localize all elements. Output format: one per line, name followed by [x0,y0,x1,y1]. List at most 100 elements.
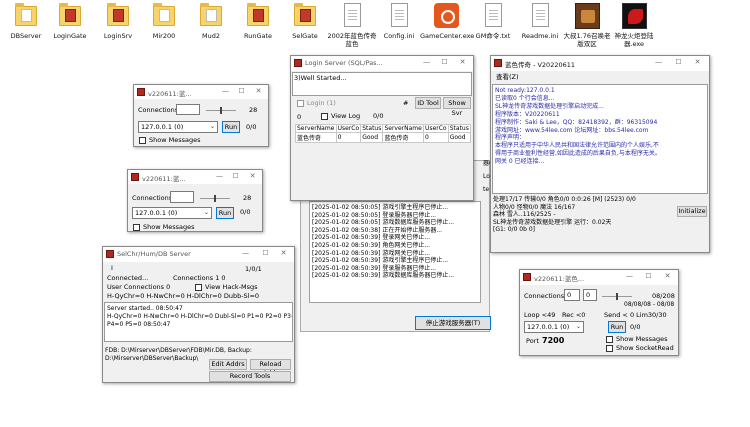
show-messages-label: Show Messages [616,335,668,343]
grid-header: ServerName [295,124,337,133]
grid-header: UserCo [335,124,362,133]
reload-addr-button[interactable]: Reload Addr [250,359,291,377]
maximize-icon[interactable]: ☐ [237,87,246,96]
view-log-counter: 0/0 [373,112,384,120]
close-icon[interactable]: ✕ [279,249,288,258]
slider-thumb[interactable] [220,107,222,114]
record-tools-button[interactable]: Record Tools [209,371,291,382]
show-messages-checkbox[interactable] [139,137,146,144]
desktop-icon-mud2[interactable]: Mud2 [185,2,237,56]
ip-select-value: 127.0.0.1 (0) [527,323,570,331]
desktop-icon-label: SelGate [292,32,318,40]
ip-select[interactable]: 127.0.0.1 (0) ⌄ [132,207,212,219]
desktop-icon-label: 2002年蓝色传奇蓝色 [327,32,377,48]
id-tool-button[interactable]: ID Tool [415,97,441,109]
connections-input[interactable] [176,104,200,115]
desktop-icon-gm-txt[interactable]: GM命令.txt [467,2,519,56]
login-server-window: Login Server (SQL/Pas... — ☐ ✕ 3)Well St… [290,55,474,201]
initialize-button[interactable]: Initialize [677,206,707,217]
desktop-icon-config-ini[interactable]: Config.ini [373,2,425,56]
folder-icon [245,2,271,30]
ip-select[interactable]: 127.0.0.1 (0) ⌄ [138,121,218,133]
desktop-icon-gamecenter[interactable]: GameCenter.exe [420,2,474,56]
grid-cell: 蓝色传奇 [295,132,337,143]
desktop-icon-label: LoginSrv [103,32,133,40]
connections-label: Connections [524,292,565,300]
close-icon[interactable]: ✕ [458,58,467,67]
folder-icon [105,2,131,30]
show-socketread-checkbox[interactable] [606,345,613,352]
desktop-icon-dashu-launcher[interactable]: 大叔1.76召唤老版双区 [561,2,613,56]
desktop-icon-label: Readme.ini [521,32,559,40]
connections-input-a[interactable]: 0 [564,289,580,301]
desktop-icon-lanse-doc[interactable]: 2002年蓝色传奇蓝色 [326,2,378,56]
run-button[interactable]: Run [608,321,626,333]
close-icon[interactable]: ✕ [248,172,257,181]
desktop-icon-label: 大叔1.76召唤老版双区 [563,32,611,48]
view-log-checkbox[interactable] [321,113,328,120]
desktop-icon-label: RunGate [243,32,273,40]
minimize-icon[interactable]: — [215,172,224,181]
view-hack-checkbox[interactable] [195,284,202,291]
connections-input[interactable] [170,191,194,203]
minimize-icon[interactable]: — [625,272,634,281]
window-title: v220611:蓝色... [534,275,585,283]
close-icon[interactable]: ✕ [663,272,672,281]
minimize-icon[interactable]: — [654,58,663,67]
slider-thumb[interactable] [616,293,618,300]
window-title: v220611:蓝... [142,175,186,183]
connected-label: Connected... [107,274,149,282]
minimize-icon[interactable]: — [221,87,230,96]
dragon-launcher-icon [621,2,647,30]
desktop-icon-rungate[interactable]: RunGate [232,2,284,56]
h-counters: H-QyChr=0 H-NwChr=0 H-DlChr=0 Dubb-Sl=0 [107,292,260,300]
edit-addrs-button[interactable]: Edit Addrs [209,359,247,370]
log-line: [2025-01-02 08:50:39] 登录网关已停止... [312,234,431,242]
desktop-icon-mir200[interactable]: Mir200 [138,2,190,56]
ip-select-value: 127.0.0.1 (0) [135,209,178,217]
app-icon [131,173,139,181]
status-line: 处理17/17 传输0/0 角色0/0 0:0:26 [M] (2523) 0/… [493,196,636,203]
table-row[interactable]: 蓝色传奇 0 Good 蓝色传奇 0 Good [295,132,472,143]
desktop-icon-label: Mud2 [202,32,220,40]
slider-thumb[interactable] [214,195,216,202]
ratio-label: 08/208 [652,292,675,300]
app-icon [494,59,502,67]
desktop-icon-readme[interactable]: Readme.ini [514,2,566,56]
maximize-icon[interactable]: ☐ [231,172,240,181]
log-line: [2025-01-02 08:50:05] 游戏数据库服务器已停止... [312,219,455,227]
desktop-icon-dragon-launcher[interactable]: 神龙火炬登陆器.exe [608,2,660,56]
desktop-icon-selgate[interactable]: SelGate [279,2,331,56]
maximize-icon[interactable]: ☐ [440,58,449,67]
grid-cell: 0 [335,132,362,143]
minimize-icon[interactable]: — [241,249,250,258]
game-launcher-icon [574,2,600,30]
login-checkbox[interactable] [297,100,304,107]
minimize-icon[interactable]: — [422,58,431,67]
text-file-icon [480,2,506,30]
show-messages-checkbox[interactable] [133,224,140,231]
maximize-icon[interactable]: ☐ [261,249,270,258]
close-icon[interactable]: ✕ [254,87,263,96]
status-line: 森林 雪人..116/2525 - [493,211,556,219]
chevron-down-icon: ⌄ [575,323,581,330]
status-line: SL神龙传奇游戏数据处理引擎 运行：0.02天 [493,218,612,226]
show-socketread-label: Show SocketRead [616,344,674,352]
run-button[interactable]: Run [222,121,240,133]
maximize-icon[interactable]: ☐ [644,272,653,281]
close-icon[interactable]: ✕ [693,58,702,67]
m2server-log-panel: Not ready:127.0.0.1 已读取0 个行会信息... SL神龙传奇… [492,84,708,194]
stop-game-server-button[interactable]: 停止游戏服务器(T) [415,316,491,330]
maximize-icon[interactable]: ☐ [674,58,683,67]
show-svr-button[interactable]: Show Svr [443,97,471,117]
titlebar: Login Server (SQL/Pas... — ☐ ✕ [291,56,473,71]
desktop-icon-loginsrv[interactable]: LoginSrv [92,2,144,56]
connections-input-b[interactable]: 0 [583,289,597,301]
fdb-path-line: FDB: D:\Mirserver\DBServer\FDB\Mir.DB, B… [105,347,252,354]
text-cursor: I [111,264,113,272]
menu-view[interactable]: 查看(Z) [496,73,519,81]
desktop-icon-logingate[interactable]: LoginGate [44,2,96,56]
show-messages-checkbox[interactable] [606,336,613,343]
ip-select[interactable]: 127.0.0.1 (0) ⌄ [524,321,584,333]
run-button[interactable]: Run [216,207,234,219]
